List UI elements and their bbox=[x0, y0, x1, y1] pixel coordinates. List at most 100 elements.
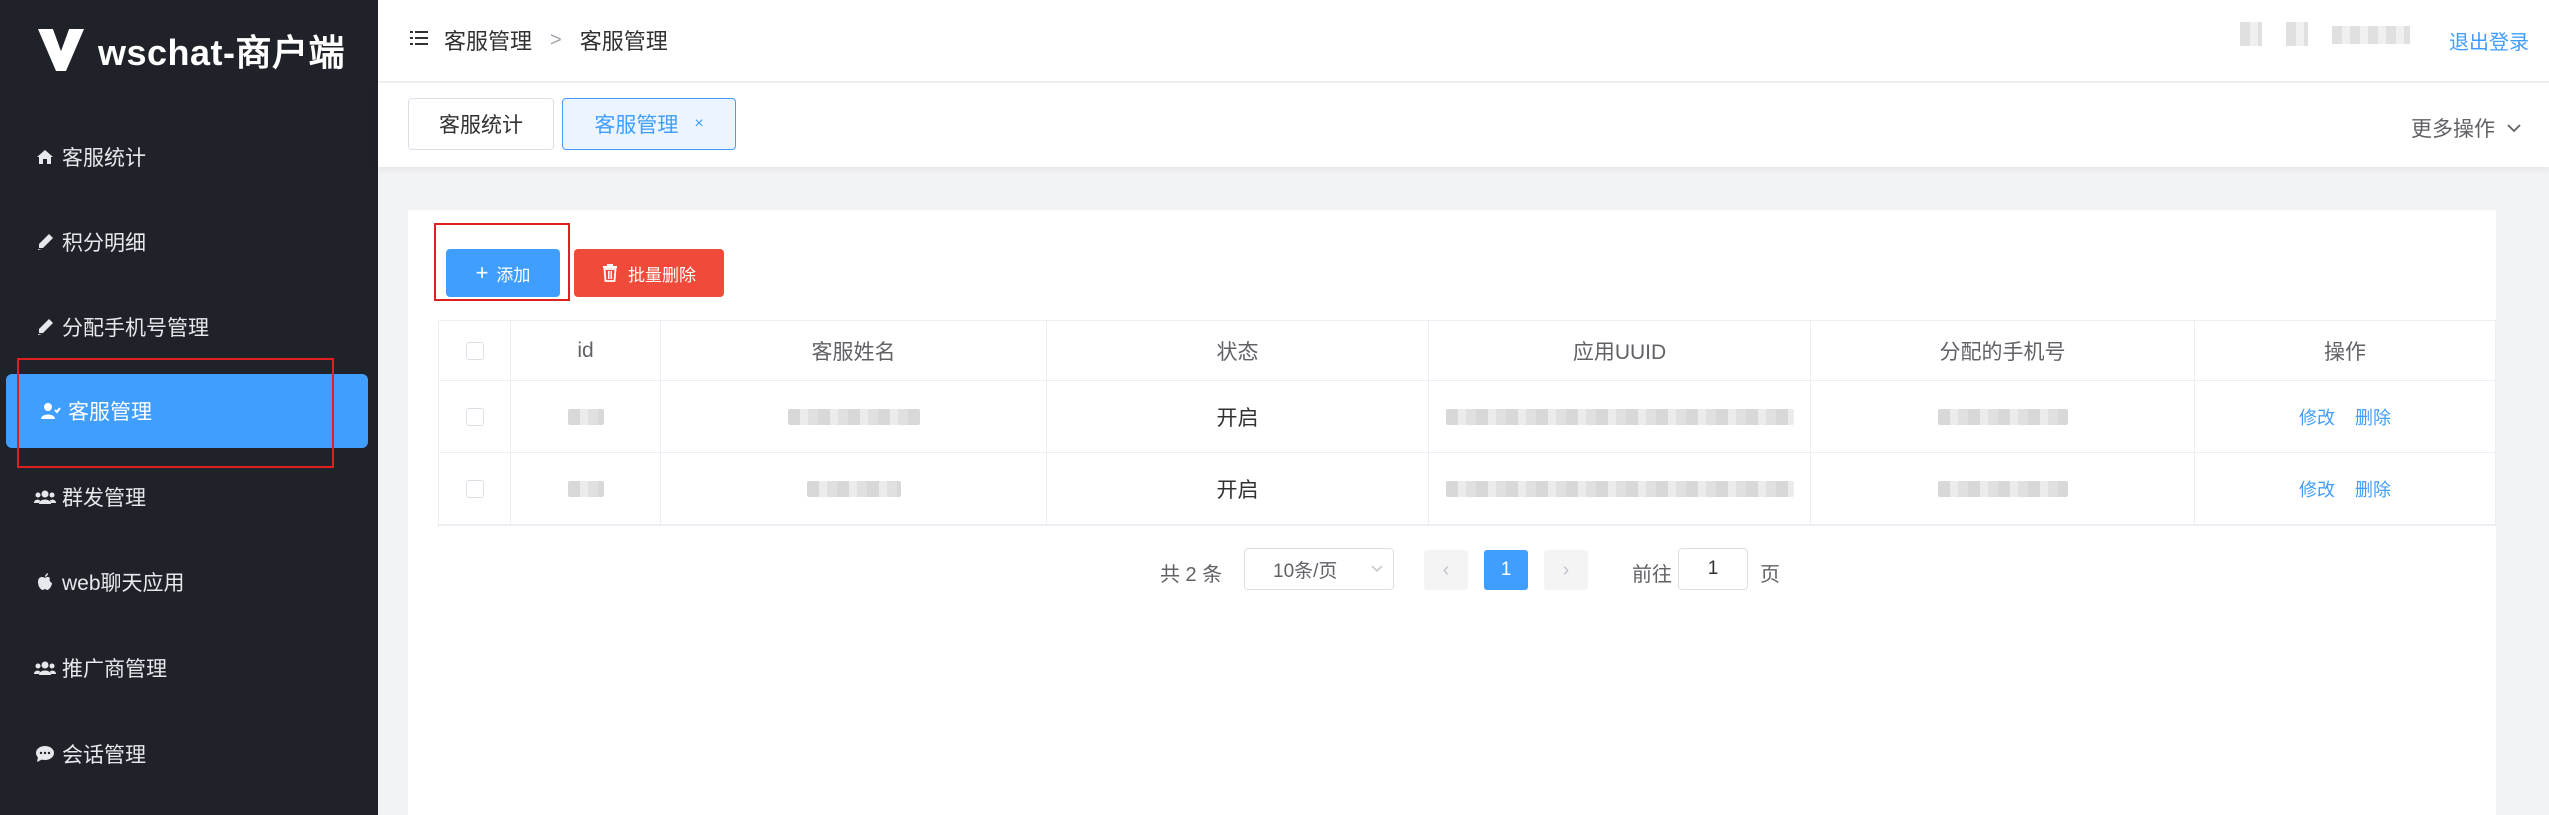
sidebar-item-points-detail[interactable]: 积分明细 bbox=[0, 205, 378, 279]
users-icon bbox=[34, 486, 56, 508]
redacted-name bbox=[806, 480, 901, 497]
top-header: 客服管理 > 客服管理 退出登录 bbox=[378, 0, 2549, 82]
tab-service-manage[interactable]: 客服管理 × bbox=[562, 98, 736, 150]
delete-link[interactable]: 删除 bbox=[2355, 404, 2391, 430]
user-icon bbox=[40, 400, 62, 422]
app-root: wschat-商户端 客服统计 积分明细 分配手机号管理 客服管理 群发管理 w… bbox=[0, 0, 2549, 815]
sidebar-item-service-manage[interactable]: 客服管理 bbox=[6, 374, 368, 448]
sidebar-item-web-chat-app[interactable]: web聊天应用 bbox=[0, 545, 378, 619]
add-button[interactable]: + 添加 bbox=[446, 249, 560, 297]
phone-cell bbox=[1811, 453, 2195, 524]
logout-link[interactable]: 退出登录 bbox=[2449, 26, 2529, 55]
row-checkbox[interactable] bbox=[465, 407, 484, 426]
goto-page-input[interactable]: 1 bbox=[1678, 548, 1748, 590]
logo: wschat-商户端 bbox=[36, 22, 345, 78]
id-cell bbox=[511, 453, 661, 524]
pagination-total: 共 2 条 bbox=[1160, 564, 1223, 586]
home-icon bbox=[34, 146, 56, 168]
goto-label: 前往 bbox=[1632, 564, 1672, 586]
content-card: + 添加 批量删除 id 客服姓名 状态 应用UUID 分配的手机号 操作 开启… bbox=[408, 210, 2496, 815]
more-ops-label: 更多操作 bbox=[2411, 118, 2495, 141]
user-info-icon bbox=[2286, 22, 2308, 46]
header-select-all bbox=[439, 321, 511, 380]
sidebar-item-promoter[interactable]: 推广商管理 bbox=[0, 631, 378, 705]
column-header: 客服姓名 bbox=[661, 321, 1047, 380]
uuid-cell bbox=[1429, 381, 1811, 452]
tab-service-stats[interactable]: 客服统计 bbox=[408, 98, 554, 150]
chevron-down-icon bbox=[2507, 124, 2521, 133]
prev-page-button[interactable]: ‹ bbox=[1424, 550, 1468, 590]
edit-link[interactable]: 修改 bbox=[2299, 476, 2335, 502]
edit-link[interactable]: 修改 bbox=[2299, 404, 2335, 430]
page-number-current[interactable]: 1 bbox=[1484, 550, 1528, 590]
breadcrumb-item-current: 客服管理 bbox=[579, 29, 668, 54]
pen-icon bbox=[34, 316, 56, 338]
service-table: id 客服姓名 状态 应用UUID 分配的手机号 操作 开启 修改 删除 开启 … bbox=[438, 320, 2496, 526]
select-all-checkbox[interactable] bbox=[465, 341, 484, 360]
sidebar-item-service-stats[interactable]: 客服统计 bbox=[0, 120, 378, 194]
sidebar-item-label: 群发管理 bbox=[62, 487, 146, 510]
next-page-button[interactable]: › bbox=[1544, 550, 1588, 590]
delete-link[interactable]: 删除 bbox=[2355, 476, 2391, 502]
tab-label: 客服统计 bbox=[439, 114, 523, 137]
sidebar-item-label: 分配手机号管理 bbox=[62, 317, 209, 340]
sidebar-item-label: web聊天应用 bbox=[62, 572, 185, 595]
sidebar-item-session[interactable]: 会话管理 bbox=[0, 717, 378, 791]
redacted-id bbox=[567, 480, 604, 497]
pen-icon bbox=[34, 231, 56, 253]
goto-unit: 页 bbox=[1760, 564, 1780, 586]
more-operations-dropdown[interactable]: 更多操作 bbox=[2411, 113, 2521, 143]
sidebar-item-label: 客服管理 bbox=[68, 401, 152, 424]
chevron-left-icon: ‹ bbox=[1442, 558, 1450, 581]
avatar[interactable] bbox=[2240, 22, 2262, 46]
users-icon bbox=[34, 657, 56, 679]
app-title: wschat-商户端 bbox=[98, 32, 346, 73]
page-size-value: 10条/页 bbox=[1273, 560, 1338, 582]
row-checkbox[interactable] bbox=[465, 479, 484, 498]
name-cell bbox=[661, 453, 1047, 524]
status-cell: 开启 bbox=[1047, 381, 1429, 452]
plus-icon: + bbox=[475, 260, 489, 285]
sidebar-item-phone-assign[interactable]: 分配手机号管理 bbox=[0, 290, 378, 364]
chevron-right-icon: › bbox=[1562, 558, 1570, 581]
sidebar-item-broadcast[interactable]: 群发管理 bbox=[0, 460, 378, 534]
breadcrumb-item[interactable]: 客服管理 bbox=[444, 24, 532, 56]
column-header: 分配的手机号 bbox=[1811, 321, 2195, 380]
sidebar-item-label: 会话管理 bbox=[62, 744, 146, 767]
close-icon[interactable]: × bbox=[694, 115, 703, 133]
table-row: 开启 修改 删除 bbox=[439, 381, 2495, 453]
actions-cell: 修改 删除 bbox=[2195, 453, 2495, 524]
logo-v-icon bbox=[38, 29, 84, 71]
hamburger-menu-icon[interactable] bbox=[410, 30, 428, 46]
column-header: 状态 bbox=[1047, 321, 1429, 380]
redacted-id bbox=[567, 408, 604, 425]
page-size-select[interactable]: 10条/页 bbox=[1244, 548, 1394, 590]
chat-icon bbox=[34, 743, 56, 765]
breadcrumb: 客服管理 > 客服管理 bbox=[444, 24, 668, 56]
row-select bbox=[439, 381, 511, 452]
redacted-phone bbox=[1937, 408, 2068, 425]
tab-bar: 客服统计 客服管理 × 更多操作 bbox=[378, 83, 2549, 167]
batch-delete-button[interactable]: 批量删除 bbox=[574, 249, 724, 297]
sidebar-item-label: 推广商管理 bbox=[62, 658, 167, 681]
uuid-cell bbox=[1429, 453, 1811, 524]
chevron-down-icon bbox=[1371, 565, 1383, 573]
redacted-phone bbox=[1937, 480, 2068, 497]
redacted-uuid bbox=[1445, 480, 1794, 497]
username-redacted[interactable] bbox=[2332, 26, 2410, 44]
id-cell bbox=[511, 381, 661, 452]
pagination: 共 2 条 10条/页 ‹ 1 › 前往 1 页 bbox=[408, 548, 2496, 592]
column-header: id bbox=[511, 321, 661, 380]
sidebar: wschat-商户端 客服统计 积分明细 分配手机号管理 客服管理 群发管理 w… bbox=[0, 0, 378, 815]
phone-cell bbox=[1811, 381, 2195, 452]
column-header: 应用UUID bbox=[1429, 321, 1811, 380]
redacted-uuid bbox=[1445, 408, 1794, 425]
add-button-label: 添加 bbox=[496, 265, 531, 285]
breadcrumb-separator: > bbox=[550, 28, 562, 51]
status-cell: 开启 bbox=[1047, 453, 1429, 524]
batch-delete-label: 批量删除 bbox=[628, 265, 696, 285]
trash-icon bbox=[603, 264, 617, 282]
sidebar-item-label: 积分明细 bbox=[62, 232, 146, 255]
table-row: 开启 修改 删除 bbox=[439, 453, 2495, 525]
tab-label: 客服管理 bbox=[594, 114, 679, 137]
